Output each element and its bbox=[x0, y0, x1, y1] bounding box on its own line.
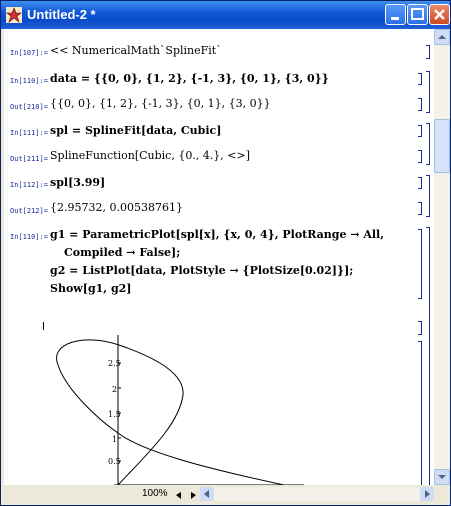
zoom-out-button[interactable] bbox=[174, 488, 185, 499]
input-code-line[interactable]: Show[g1, g2] bbox=[50, 282, 132, 295]
y-tick-label: 2.5 bbox=[108, 359, 121, 368]
cell-group-bracket[interactable] bbox=[426, 227, 430, 485]
input-label: In[110]:= bbox=[10, 233, 48, 241]
input-code-line[interactable]: g2 = ListPlot[data, PlotStyle → {PlotSiz… bbox=[50, 264, 353, 277]
input-code[interactable]: spl[3.99] bbox=[50, 176, 105, 189]
horizontal-scrollbar[interactable] bbox=[200, 487, 434, 501]
input-code[interactable]: << NumericalMath`SplineFit` bbox=[50, 44, 222, 57]
y-tick-label: 0.5 bbox=[108, 457, 121, 466]
vertical-scrollbar[interactable] bbox=[434, 29, 450, 485]
status-bar: 100% bbox=[4, 485, 450, 503]
output-label: Out[211]= bbox=[10, 155, 48, 163]
arrow-down-icon bbox=[438, 475, 446, 479]
input-code-line[interactable]: g1 = ParametricPlot[spl[x], {x, 0, 4}, P… bbox=[50, 228, 384, 241]
window-title: Untitled-2 * bbox=[27, 7, 96, 22]
scroll-thumb[interactable] bbox=[434, 119, 450, 173]
cell-bracket[interactable] bbox=[426, 45, 430, 59]
scroll-right-button[interactable] bbox=[420, 487, 434, 501]
input-code[interactable]: spl = SplineFit[data, Cubic] bbox=[50, 124, 221, 137]
maximize-button[interactable] bbox=[407, 4, 428, 25]
input-label: In[112]:= bbox=[10, 181, 48, 189]
output-label: Out[212]= bbox=[10, 207, 48, 215]
cell-bracket[interactable] bbox=[418, 229, 422, 299]
input-code-line[interactable]: Compiled → False]; bbox=[64, 246, 180, 259]
cell-bracket[interactable] bbox=[418, 150, 422, 163]
notebook-window: Untitled-2 * In[107]:= << NumericalMath`… bbox=[0, 0, 451, 506]
zoom-out-icon bbox=[176, 492, 181, 499]
output-text: {{0, 0}, {1, 2}, {-1, 3}, {0, 1}, {3, 0}… bbox=[50, 97, 271, 110]
y-tick-label: 2 bbox=[112, 385, 118, 394]
close-icon bbox=[434, 9, 445, 20]
maximize-icon bbox=[411, 8, 424, 20]
minimize-icon bbox=[391, 17, 399, 20]
title-bar[interactable]: Untitled-2 * bbox=[1, 1, 450, 29]
minimize-button[interactable] bbox=[385, 4, 406, 25]
y-tick-label: 1.5 bbox=[108, 410, 121, 419]
close-button[interactable] bbox=[429, 4, 450, 25]
arrow-right-icon bbox=[425, 490, 430, 498]
zoom-level[interactable]: 100% bbox=[142, 488, 168, 499]
input-label: In[111]:= bbox=[10, 129, 48, 137]
input-code[interactable]: data = {{0, 0}, {1, 2}, {-1, 3}, {0, 1},… bbox=[50, 72, 329, 85]
cell-group-bracket[interactable] bbox=[426, 175, 430, 217]
cell-bracket[interactable] bbox=[418, 98, 422, 111]
spline-curve bbox=[56, 339, 285, 485]
notebook-content[interactable]: In[107]:= << NumericalMath`SplineFit` In… bbox=[4, 29, 434, 485]
cell-bracket[interactable] bbox=[418, 341, 422, 485]
input-label: In[110]:= bbox=[10, 77, 48, 85]
output-label: Out[210]= bbox=[10, 103, 48, 111]
input-label: In[107]:= bbox=[10, 49, 48, 57]
cell-bracket[interactable] bbox=[418, 73, 422, 85]
scroll-left-button[interactable] bbox=[200, 487, 214, 501]
cell-group-bracket[interactable] bbox=[426, 123, 430, 165]
cell-bracket[interactable] bbox=[418, 177, 422, 189]
output-text: {2.95732, 0.00538761} bbox=[50, 201, 183, 214]
insertion-cursor bbox=[43, 322, 44, 330]
cell-group-bracket[interactable] bbox=[426, 71, 430, 113]
cell-bracket[interactable] bbox=[418, 202, 422, 215]
arrow-left-icon bbox=[204, 490, 209, 498]
zoom-in-button[interactable] bbox=[187, 488, 198, 499]
arrow-up-icon bbox=[438, 35, 446, 39]
zoom-in-icon bbox=[191, 492, 196, 499]
parametric-plot[interactable] bbox=[44, 335, 304, 485]
cell-bracket[interactable] bbox=[418, 125, 422, 137]
mathematica-app-icon[interactable] bbox=[6, 7, 22, 23]
scroll-up-button[interactable] bbox=[434, 29, 450, 45]
y-tick-label: 1 bbox=[112, 435, 118, 444]
output-text: SplineFunction[Cubic, {0., 4.}, <>] bbox=[50, 149, 251, 162]
cell-bracket[interactable] bbox=[418, 321, 422, 335]
scroll-down-button[interactable] bbox=[434, 469, 450, 485]
